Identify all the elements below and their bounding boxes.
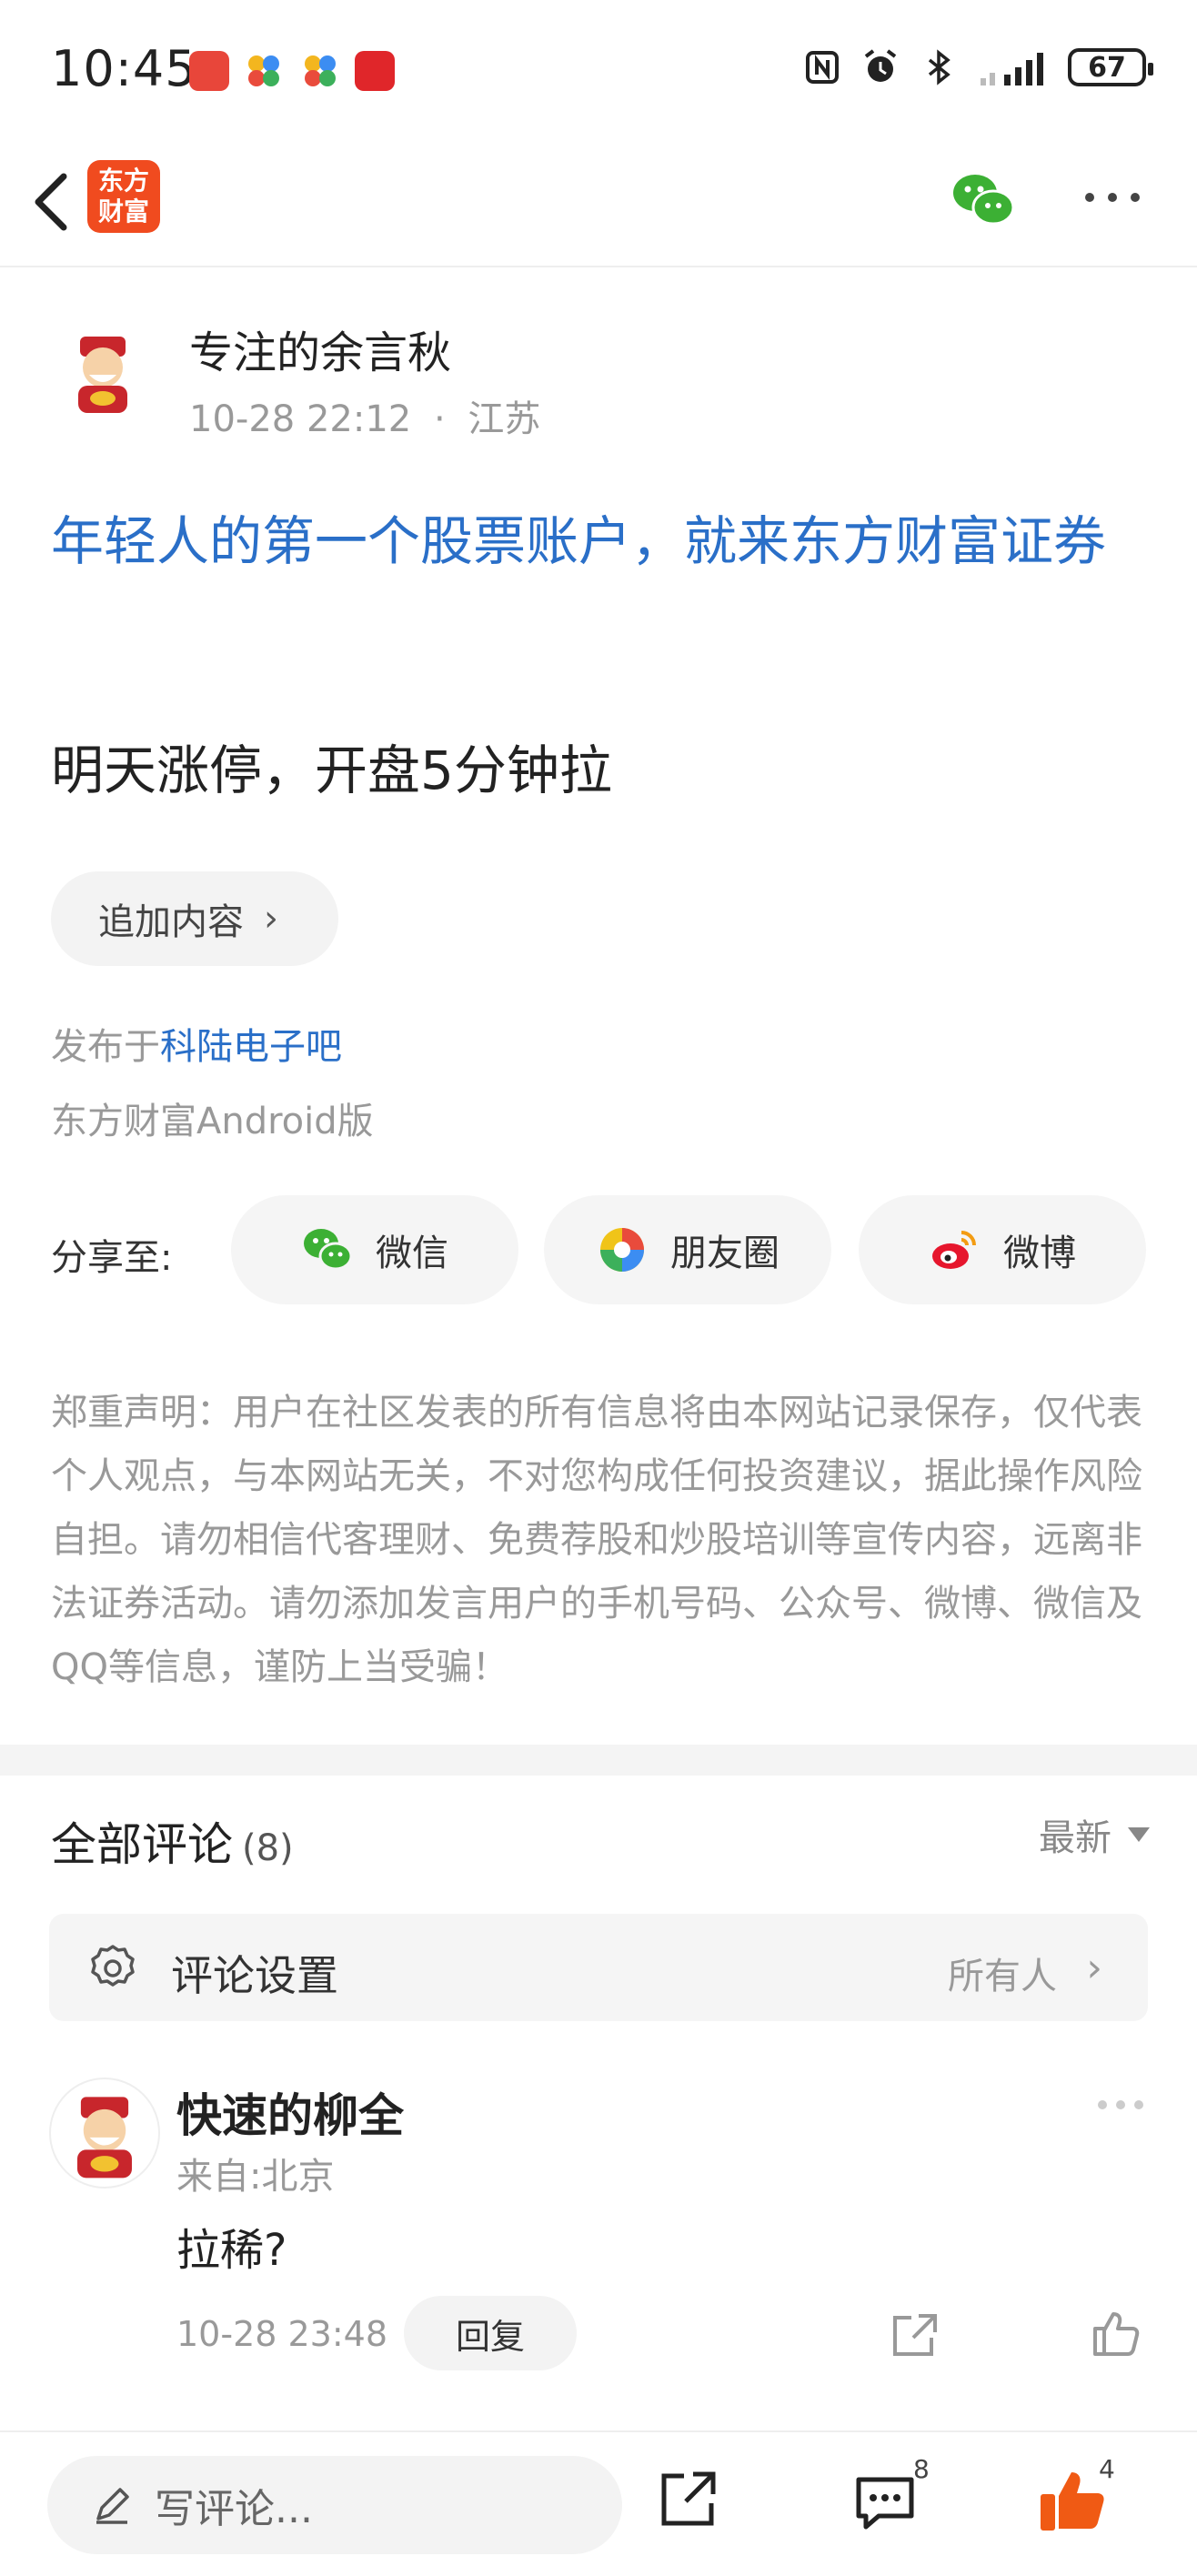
share-moments-button[interactable]: 朋友圈 — [544, 1195, 831, 1304]
post-meta: 10-28 22:12 · 江苏 — [189, 389, 540, 442]
app-icon — [355, 51, 395, 91]
share-weibo-button[interactable]: 微博 — [859, 1195, 1146, 1304]
huawei-store-icon — [189, 51, 229, 91]
bottom-action-bar: 写评论... 8 4 — [0, 2430, 1197, 2576]
top-nav-bar: 东方 财富 — [0, 136, 1197, 267]
sort-dropdown[interactable]: 最新 — [1039, 1808, 1150, 1861]
more-options-icon[interactable] — [1081, 184, 1144, 211]
status-time: 10:45 — [51, 40, 197, 97]
comment-settings-label: 评论设置 — [171, 1951, 338, 2000]
post-location: 江苏 — [468, 398, 541, 440]
eastmoney-logo[interactable]: 东方 财富 — [87, 160, 160, 233]
sort-label: 最新 — [1039, 1817, 1112, 1859]
wechat-share-icon[interactable] — [950, 169, 1017, 233]
append-content-label: 追加内容 — [98, 901, 244, 943]
app-icon — [305, 55, 336, 86]
nfc-icon — [806, 51, 839, 84]
forward-share-icon[interactable] — [657, 2467, 720, 2531]
thumbs-up-icon[interactable] — [1090, 2307, 1142, 2360]
published-prefix: 发布于 — [51, 1026, 160, 1068]
share-icon[interactable] — [888, 2310, 940, 2361]
append-content-button[interactable]: 追加内容 › — [51, 871, 338, 966]
comment-settings-value: 所有人 — [948, 1956, 1057, 1997]
status-indicators: 67 — [802, 47, 1153, 87]
thumbs-up-filled-icon[interactable] — [1037, 2465, 1108, 2536]
post-time: 10-28 22:12 — [189, 398, 412, 440]
comments-heading: 全部评论 (8) — [51, 1808, 294, 1874]
commenter-name[interactable]: 快速的柳全 — [176, 2079, 404, 2145]
comments-title: 全部评论 — [51, 1818, 233, 1871]
weibo-icon — [932, 1231, 976, 1269]
share-moments-label: 朋友圈 — [670, 1233, 780, 1274]
post-body: 明天涨停，开盘5分钟拉 — [51, 740, 612, 801]
share-row: 分享至: 微信 朋友圈 微博 — [51, 1195, 1146, 1304]
client-info: 东方财富Android版 — [51, 1101, 374, 1142]
forum-link[interactable]: 科陆电子吧 — [160, 1026, 342, 1068]
status-bar: 10:45 67 — [0, 0, 1197, 136]
chevron-right-icon: › — [1086, 1945, 1102, 1991]
published-in: 发布于科陆电子吧 — [51, 1017, 342, 1070]
meta-separator: · — [433, 398, 446, 440]
back-arrow-icon[interactable] — [22, 166, 86, 238]
like-count-badge: 4 — [1099, 2454, 1115, 2484]
alarm-icon — [864, 49, 897, 82]
comment-location: 来自:北京 — [176, 2156, 335, 2198]
share-wechat-label: 微信 — [376, 1233, 448, 1274]
comment-time: 10-28 23:48 — [176, 2314, 388, 2354]
pencil-icon — [96, 2488, 129, 2524]
reply-button[interactable]: 回复 — [404, 2296, 577, 2370]
write-comment-input[interactable]: 写评论... — [47, 2456, 622, 2554]
comment-count-badge: 8 — [913, 2454, 930, 2484]
caret-down-icon — [1128, 1827, 1150, 1842]
disclaimer-text: 郑重声明：用户在社区发表的所有信息将由本网站记录保存，仅代表个人观点，与本网站无… — [51, 1392, 1142, 1688]
comments-count: (8) — [242, 1827, 294, 1869]
battery-indicator: 67 — [1068, 48, 1153, 86]
author-avatar[interactable] — [53, 320, 153, 420]
app-icon — [248, 55, 279, 86]
share-weibo-label: 微博 — [1003, 1233, 1076, 1274]
share-wechat-button[interactable]: 微信 — [231, 1195, 518, 1304]
gear-icon — [91, 1945, 135, 1987]
comment-text: 拉稀? — [176, 2225, 287, 2276]
comment-bubble-icon[interactable] — [851, 2470, 919, 2534]
bluetooth-icon — [928, 49, 951, 86]
comment-more-icon[interactable] — [1095, 2098, 1146, 2112]
post-title-link[interactable]: 年轻人的第一个股票账户，就来东方财富证券 — [51, 498, 1152, 584]
author-name[interactable]: 专注的余言秋 — [189, 317, 451, 380]
wechat-icon — [304, 1229, 353, 1271]
logo-text-line2: 财富 — [97, 196, 149, 226]
signal-icon — [981, 53, 1043, 86]
chevron-right-icon: › — [264, 898, 278, 940]
write-comment-placeholder: 写评论... — [155, 2486, 313, 2532]
section-divider — [0, 1745, 1197, 1776]
share-label: 分享至: — [51, 1237, 173, 1279]
commenter-avatar[interactable] — [49, 2078, 160, 2189]
comment-settings-row[interactable]: 评论设置 所有人 › — [49, 1914, 1148, 2021]
moments-icon — [600, 1228, 644, 1272]
logo-text-line1: 东方 — [97, 166, 149, 196]
